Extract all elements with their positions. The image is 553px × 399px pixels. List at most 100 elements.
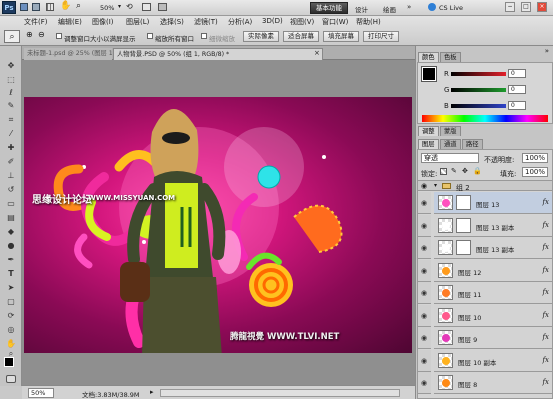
chevron-down-icon[interactable]: ▾ — [434, 182, 437, 189]
eye-icon[interactable]: ◉ — [421, 289, 427, 297]
workspace-paint-link[interactable]: 绘画 — [383, 4, 396, 14]
zoom-tool-icon[interactable]: ⌕ — [76, 1, 81, 11]
eye-icon[interactable]: ◉ — [421, 267, 427, 275]
hand-tool-icon[interactable]: ✋ — [60, 1, 71, 11]
layer-visibility-toggle[interactable]: ◉ — [418, 327, 431, 349]
chevron-down-icon[interactable]: ▾ — [118, 3, 121, 10]
eyedropper-tool-icon[interactable]: ⁄ — [4, 128, 18, 139]
quick-select-tool-icon[interactable]: ✎ — [4, 100, 18, 111]
status-zoom-field[interactable]: 50% — [28, 388, 54, 398]
zoom-tool-preset-icon[interactable]: ⌕ — [4, 30, 20, 43]
color-g-value[interactable]: 0 — [508, 85, 526, 94]
tab-layers[interactable]: 图层 — [418, 139, 439, 149]
quick-mask-icon[interactable] — [6, 375, 16, 383]
shape-tool-icon[interactable]: ▢ — [4, 296, 18, 307]
fill-field[interactable]: 100% — [522, 167, 548, 177]
layer-visibility-toggle[interactable]: ◉ — [418, 214, 431, 237]
menu-3d[interactable]: 3D(D) — [262, 17, 283, 25]
layer-row[interactable]: 图层 13 fx — [434, 192, 552, 214]
menu-help[interactable]: 帮助(H) — [356, 17, 381, 27]
screen-mode-icon[interactable] — [158, 3, 167, 11]
lock-pixels-icon[interactable]: ✎ — [451, 167, 457, 175]
color-spectrum-bar[interactable] — [422, 115, 548, 122]
menu-select[interactable]: 选择(S) — [160, 17, 184, 27]
opacity-field[interactable]: 100% — [522, 153, 548, 163]
layer-row[interactable]: 图层 13 副本 fx — [434, 237, 552, 259]
horizontal-scrollbar[interactable] — [160, 389, 400, 397]
tab-adjustments[interactable]: 调整 — [418, 126, 439, 136]
menu-file[interactable]: 文件(F) — [24, 17, 48, 27]
crop-tool-icon[interactable]: ⌗ — [4, 114, 18, 125]
group-row[interactable]: ◉ ▾ 组 2 — [418, 180, 552, 192]
tab-untitled-1[interactable]: 未标题-1.psd @ 25% (图层 11, RGB/8) — [24, 48, 112, 60]
menu-image[interactable]: 图像(I) — [92, 17, 114, 27]
eye-icon[interactable]: ◉ — [421, 182, 427, 190]
blur-tool-icon[interactable]: ◆ — [4, 226, 18, 237]
lock-all-icon[interactable]: 🔒 — [473, 167, 482, 175]
pen-tool-icon[interactable]: ✒ — [4, 254, 18, 265]
close-button[interactable]: × — [537, 2, 547, 12]
layer-effects-icon[interactable]: fx — [542, 243, 549, 251]
layer-visibility-toggle[interactable]: ◉ — [418, 282, 431, 304]
bridge-icon[interactable] — [20, 3, 28, 11]
workspace-design-link[interactable]: 设计 — [355, 4, 368, 14]
panel-collapse-icon[interactable]: » — [545, 47, 549, 55]
minimize-button[interactable]: − — [505, 2, 515, 12]
menu-analysis[interactable]: 分析(A) — [228, 17, 252, 27]
tab-person-background[interactable]: 人物背景.PSD @ 50% (组 1, RGB/8) * — [113, 48, 323, 60]
workspace-essentials-button[interactable]: 基本功能 — [310, 2, 348, 14]
3d-orbit-tool-icon[interactable]: ◎ — [4, 324, 18, 335]
layer-effects-icon[interactable]: fx — [542, 266, 549, 274]
eye-icon[interactable]: ◉ — [421, 312, 427, 320]
layer-row[interactable]: 图层 10 副本 fx — [434, 349, 552, 372]
zoom-level[interactable]: 50% — [100, 4, 114, 12]
color-r-value[interactable]: 0 — [508, 69, 526, 78]
fit-screen-button[interactable]: 适合屏幕 — [283, 31, 319, 42]
lasso-tool-icon[interactable]: ℓ — [4, 87, 18, 98]
layer-visibility-toggle[interactable]: ◉ — [418, 259, 431, 282]
eye-icon[interactable]: ◉ — [421, 357, 427, 365]
tab-swatches[interactable]: 色板 — [440, 52, 461, 62]
lock-position-icon[interactable]: ✥ — [462, 167, 468, 175]
menu-window[interactable]: 窗口(W) — [322, 17, 348, 27]
layer-visibility-toggle[interactable]: ◉ — [418, 237, 431, 259]
menu-layer[interactable]: 图层(L) — [126, 17, 149, 27]
layer-mask-thumbnail[interactable] — [456, 217, 471, 233]
eye-icon[interactable]: ◉ — [421, 334, 427, 342]
clone-stamp-tool-icon[interactable]: ⊥ — [4, 170, 18, 181]
canvas-area[interactable]: 思缘设计论坛 WWW.MISSYUAN.COM 腾龍視覺 WWW.TLVI.NE… — [22, 60, 415, 385]
eye-icon[interactable]: ◉ — [421, 379, 427, 387]
layer-visibility-toggle[interactable]: ◉ — [418, 192, 431, 214]
eye-icon[interactable]: ◉ — [421, 222, 427, 230]
brush-tool-icon[interactable]: ✐ — [4, 156, 18, 167]
zoom-all-checkbox[interactable] — [147, 33, 153, 39]
resize-windows-checkbox[interactable] — [56, 33, 62, 39]
cs-live-icon[interactable] — [428, 3, 436, 11]
layer-row[interactable]: 图层 11 fx — [434, 282, 552, 304]
layer-row[interactable]: 图层 8 fx — [434, 372, 552, 394]
color-b-slider[interactable] — [451, 104, 506, 108]
layer-effects-icon[interactable]: fx — [542, 198, 549, 206]
color-g-slider[interactable] — [451, 88, 506, 92]
actual-pixels-button[interactable]: 实际像素 — [243, 31, 279, 42]
layer-row[interactable]: 图层 9 fx — [434, 327, 552, 349]
foreground-color-swatch[interactable] — [4, 357, 14, 367]
tab-channels[interactable]: 通道 — [440, 139, 461, 149]
tab-masks[interactable]: 蒙版 — [440, 126, 461, 136]
eye-icon[interactable]: ◉ — [421, 199, 427, 207]
scrubby-zoom-checkbox[interactable] — [201, 33, 207, 39]
fg-color-preview[interactable] — [421, 66, 437, 82]
layer-row[interactable]: 图层 12 fx — [434, 259, 552, 282]
type-tool-icon[interactable]: T — [4, 268, 18, 279]
blend-mode-select[interactable]: 穿透 — [421, 153, 479, 163]
print-size-button[interactable]: 打印尺寸 — [363, 31, 399, 42]
zoom-in-icon[interactable]: ⊕ — [26, 30, 33, 39]
dodge-tool-icon[interactable]: ● — [4, 240, 18, 251]
menu-filter[interactable]: 滤镜(T) — [194, 17, 218, 27]
history-brush-tool-icon[interactable]: ↺ — [4, 184, 18, 195]
layer-row[interactable]: 图层 13 副本 fx — [434, 214, 552, 237]
layer-visibility-toggle[interactable]: ◉ — [418, 372, 431, 394]
layer-row[interactable]: 图层 10 fx — [434, 304, 552, 327]
menu-edit[interactable]: 编辑(E) — [58, 17, 82, 27]
layer-effects-icon[interactable]: fx — [542, 221, 549, 229]
